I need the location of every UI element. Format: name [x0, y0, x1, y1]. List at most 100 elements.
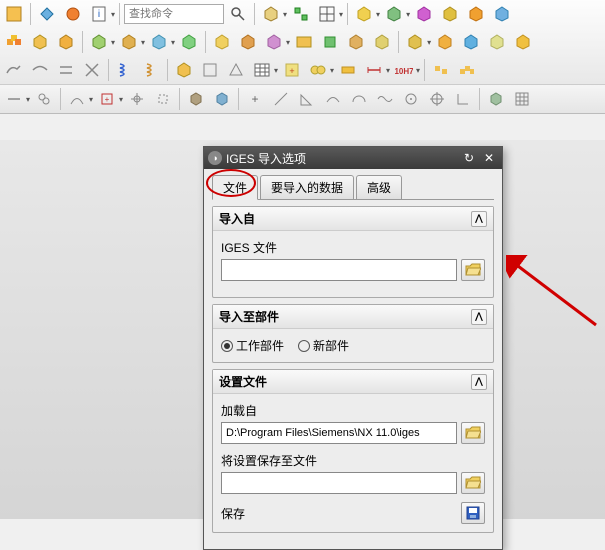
- tb4-icon-2[interactable]: [32, 87, 56, 111]
- tb3-icon-12[interactable]: [306, 58, 330, 82]
- tb-icon-1[interactable]: [2, 2, 26, 26]
- tb3-icon-17[interactable]: [455, 58, 479, 82]
- collapse-icon[interactable]: ⋀: [471, 309, 487, 325]
- tb2-icon-19[interactable]: [511, 30, 535, 54]
- iges-file-input[interactable]: [221, 259, 457, 281]
- tb2-icon-4[interactable]: [87, 30, 111, 54]
- tb4-icon-3[interactable]: [65, 87, 89, 111]
- collapse-icon[interactable]: ⋀: [471, 211, 487, 227]
- section-import-to: 导入至部件 ⋀ 工作部件 新部件: [212, 304, 494, 363]
- command-search-input[interactable]: [124, 4, 224, 24]
- tb4-cube1[interactable]: [184, 87, 208, 111]
- corner-icon[interactable]: [451, 87, 475, 111]
- load-from-input[interactable]: [221, 422, 457, 444]
- svg-text:+: +: [105, 95, 110, 104]
- load-from-label: 加载自: [221, 402, 485, 419]
- tb3-icon-13[interactable]: [336, 58, 360, 82]
- tb3-icon-4[interactable]: [80, 58, 104, 82]
- tb2-icon-5[interactable]: [117, 30, 141, 54]
- tb4-icon-5[interactable]: [125, 87, 149, 111]
- tb-icon-9[interactable]: [382, 2, 406, 26]
- iges-file-label: IGES 文件: [221, 239, 485, 256]
- tb3-icon-16[interactable]: [429, 58, 453, 82]
- tb-icon-3[interactable]: [61, 2, 85, 26]
- tb2-icon-2[interactable]: [28, 30, 52, 54]
- tb2-icon-9[interactable]: [236, 30, 260, 54]
- curve-icon[interactable]: [321, 87, 345, 111]
- tb-icon-12[interactable]: [464, 2, 488, 26]
- dialog-tabs: 文件 要导入的数据 高级: [212, 175, 494, 200]
- tb3-icon-1[interactable]: [2, 58, 26, 82]
- tb2-icon-10[interactable]: [262, 30, 286, 54]
- radio-dot-icon: [298, 340, 310, 352]
- circle-dot-icon[interactable]: [399, 87, 423, 111]
- tb3-icon-11[interactable]: +: [280, 58, 304, 82]
- tolerance-icon[interactable]: 10H7: [392, 58, 416, 82]
- tb2-icon-11[interactable]: [292, 30, 316, 54]
- tb4-icon-1[interactable]: [2, 87, 26, 111]
- section-settings-title: 设置文件: [219, 373, 267, 390]
- tb2-icon-6[interactable]: [147, 30, 171, 54]
- search-icon[interactable]: [226, 2, 250, 26]
- spring-icon[interactable]: [113, 58, 137, 82]
- tb3-icon-9[interactable]: [224, 58, 248, 82]
- radio-new-part[interactable]: 新部件: [298, 337, 349, 354]
- tb4-icon-6[interactable]: [151, 87, 175, 111]
- save-button[interactable]: [461, 502, 485, 524]
- tab-advanced[interactable]: 高级: [356, 175, 402, 199]
- dialog-close-button[interactable]: ✕: [480, 150, 498, 166]
- dialog-reset-button[interactable]: ↻: [460, 150, 478, 166]
- angle-icon[interactable]: [295, 87, 319, 111]
- load-browse-button[interactable]: [461, 422, 485, 444]
- save-browse-button[interactable]: [461, 472, 485, 494]
- tb4-icon-4[interactable]: +: [95, 87, 119, 111]
- tb-icon-7[interactable]: [315, 2, 339, 26]
- tb2-icon-8[interactable]: [210, 30, 234, 54]
- tb3-icon-8[interactable]: [198, 58, 222, 82]
- tb-icon-13[interactable]: [490, 2, 514, 26]
- tab-file[interactable]: 文件: [212, 175, 258, 200]
- point-icon[interactable]: +: [243, 87, 267, 111]
- line-icon[interactable]: [269, 87, 293, 111]
- tb4-cube3[interactable]: [484, 87, 508, 111]
- spring2-icon[interactable]: [139, 58, 163, 82]
- tb2-icon-1[interactable]: [2, 30, 26, 54]
- tb4-cube2[interactable]: [210, 87, 234, 111]
- tb2-icon-12[interactable]: [318, 30, 342, 54]
- tb2-icon-13[interactable]: [344, 30, 368, 54]
- svg-text:i: i: [98, 9, 100, 20]
- tb-icon-2[interactable]: [35, 2, 59, 26]
- section-settings: 设置文件 ⋀ 加载自 将设置保存至文件: [212, 369, 494, 533]
- tb-icon-8[interactable]: [352, 2, 376, 26]
- dialog-titlebar[interactable]: ◑ IGES 导入选项 ↻ ✕: [204, 147, 502, 169]
- tb-icon-info[interactable]: i: [87, 2, 111, 26]
- target-icon[interactable]: [425, 87, 449, 111]
- tb2-icon-15[interactable]: [403, 30, 427, 54]
- tb3-icon-7[interactable]: [172, 58, 196, 82]
- tb2-icon-3[interactable]: [54, 30, 78, 54]
- tb-icon-11[interactable]: [438, 2, 462, 26]
- dialog-title: IGES 导入选项: [226, 150, 458, 167]
- iges-browse-button[interactable]: [461, 259, 485, 281]
- collapse-icon[interactable]: ⋀: [471, 374, 487, 390]
- arc-icon[interactable]: [347, 87, 371, 111]
- tb2-icon-18[interactable]: [485, 30, 509, 54]
- tb2-icon-7[interactable]: [177, 30, 201, 54]
- tb2-icon-14[interactable]: [370, 30, 394, 54]
- tb-icon-5[interactable]: [259, 2, 283, 26]
- wave-icon[interactable]: [373, 87, 397, 111]
- save-to-input[interactable]: [221, 472, 457, 494]
- tb-icon-6[interactable]: [289, 2, 313, 26]
- radio-work-part[interactable]: 工作部件: [221, 337, 284, 354]
- tb3-icon-2[interactable]: [28, 58, 52, 82]
- section-import-from-title: 导入自: [219, 210, 255, 227]
- grid-icon[interactable]: [510, 87, 534, 111]
- tb3-icon-3[interactable]: [54, 58, 78, 82]
- tb2-icon-17[interactable]: [459, 30, 483, 54]
- table-icon[interactable]: [250, 58, 274, 82]
- dimension-icon[interactable]: [362, 58, 386, 82]
- tb-icon-10[interactable]: [412, 2, 436, 26]
- tab-data[interactable]: 要导入的数据: [260, 175, 354, 199]
- radio-dot-icon: [221, 340, 233, 352]
- tb2-icon-16[interactable]: [433, 30, 457, 54]
